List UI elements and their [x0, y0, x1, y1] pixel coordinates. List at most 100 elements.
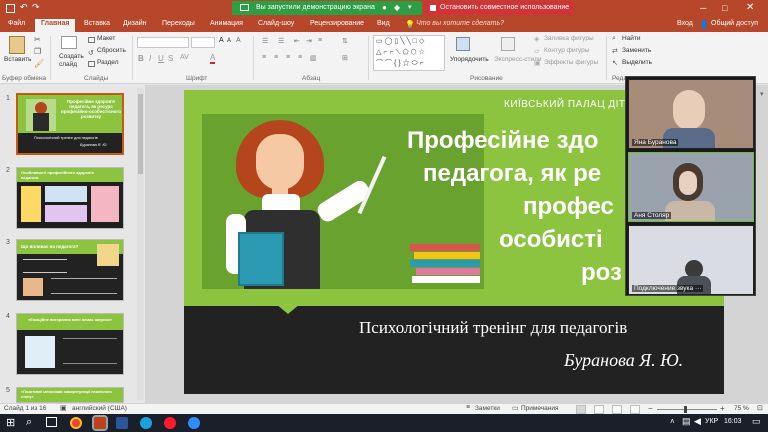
tab-transitions[interactable]: Переходы — [162, 20, 195, 27]
tab-review[interactable]: Рецензирование — [310, 20, 364, 27]
decrease-indent-icon[interactable]: ⇤ — [294, 37, 300, 45]
tab-slideshow[interactable]: Слайд-шоу — [258, 20, 294, 27]
find-button[interactable]: Найти — [622, 35, 641, 42]
shapes-gallery[interactable]: ▭◯▯╲╲□◇ △⌐⌐⟍⬠⬡☆ ⌒⌒{}☆⬭⌐ — [373, 35, 445, 71]
keyboard-language[interactable]: УКР — [705, 418, 718, 425]
smartart-icon[interactable]: ⊞ — [342, 54, 348, 62]
align-center-icon[interactable]: ≡ — [274, 54, 278, 61]
zoom-level[interactable]: 75 % — [734, 405, 749, 412]
new-slide-icon[interactable] — [61, 36, 77, 49]
notifications-icon[interactable]: ▭ — [752, 416, 761, 427]
minimize-icon[interactable]: ─ — [700, 3, 706, 13]
arrange-icon[interactable] — [456, 37, 470, 51]
tab-view[interactable]: Вид — [377, 20, 390, 27]
participant-video-2[interactable]: Аня Столяр — [628, 152, 754, 222]
undo-icon[interactable]: ↶ — [20, 2, 28, 13]
stop-share-button[interactable]: Остановить совместное использование — [424, 1, 574, 15]
zoom-out-icon[interactable]: − — [648, 404, 653, 413]
volume-icon[interactable]: ◀ — [694, 416, 701, 427]
clock[interactable]: 16:03 — [724, 418, 742, 425]
chevron-down-icon[interactable]: ▾ — [408, 3, 412, 11]
quick-styles-icon[interactable] — [501, 37, 515, 51]
browser-icon[interactable] — [140, 417, 152, 429]
tab-home[interactable]: Главная — [35, 19, 76, 32]
bold-icon[interactable]: B — [138, 54, 144, 63]
scroll-thumb[interactable] — [138, 94, 143, 174]
share-button[interactable]: Общий доступ — [711, 20, 758, 27]
align-right-icon[interactable]: ≡ — [286, 54, 290, 61]
strike-icon[interactable]: S — [168, 54, 173, 63]
spacing-icon[interactable]: AV — [180, 54, 189, 61]
zoom-slider[interactable] — [657, 406, 717, 413]
slide-subtitle[interactable]: Психологічний тренінг для педагогів — [359, 318, 627, 338]
comments-button[interactable]: Примечания — [521, 405, 559, 412]
bullets-icon[interactable]: ☰ — [262, 37, 268, 45]
italic-icon[interactable]: I — [149, 54, 151, 63]
normal-view-button[interactable] — [576, 405, 586, 414]
slide-thumbnail-2[interactable]: Особливості професійного здоров'я педаго… — [16, 167, 124, 229]
slide-author[interactable]: Буранова Я. Ю. — [564, 350, 683, 371]
slide-thumbnail-1[interactable]: Професійне здоров'я педагога, як ресурс … — [16, 93, 124, 155]
tell-me-box[interactable]: Что вы хотите сделать? — [416, 20, 504, 27]
shape-fill-button[interactable]: Заливка фигуры — [544, 35, 594, 42]
tab-animation[interactable]: Анимация — [210, 20, 243, 27]
tab-file[interactable]: Файл — [8, 20, 25, 27]
language-indicator[interactable]: английский (США) — [72, 405, 127, 412]
maximize-icon[interactable]: □ — [722, 3, 727, 13]
fit-slide-icon[interactable]: ⊡ — [757, 404, 763, 412]
reset-button[interactable]: Сбросить — [97, 47, 126, 54]
spellcheck-icon[interactable]: ▣ — [60, 404, 67, 412]
shape-outline-button[interactable]: Контур фигуры — [544, 47, 589, 54]
shrink-font-icon[interactable]: A — [227, 38, 231, 44]
increase-indent-icon[interactable]: ⇥ — [306, 37, 312, 45]
thumbnails-scrollbar[interactable] — [137, 88, 144, 400]
microphone-icon[interactable]: ● — [382, 3, 387, 12]
select-button[interactable]: Выделить — [622, 59, 652, 66]
section-button[interactable]: Раздел — [97, 59, 118, 66]
justify-icon[interactable]: ≡ — [298, 54, 302, 61]
tray-up-icon[interactable]: ˄ — [670, 417, 675, 426]
slide-thumbnail-5[interactable]: «Позитивні механізми саморегуляції психі… — [16, 387, 124, 403]
numbering-icon[interactable]: ☰ — [278, 37, 284, 45]
copy-icon[interactable]: ❐ — [34, 47, 41, 56]
reading-view-button[interactable] — [612, 405, 622, 414]
close-icon[interactable]: ✕ — [746, 2, 754, 13]
opera-icon[interactable] — [164, 417, 176, 429]
search-icon[interactable]: ⌕ — [26, 416, 32, 429]
sign-in-link[interactable]: Вход — [677, 20, 693, 27]
font-name-field[interactable] — [137, 37, 189, 48]
zoom-app-icon[interactable] — [188, 417, 200, 429]
shape-effects-button[interactable]: Эффекты фигуры — [544, 59, 598, 66]
save-icon[interactable] — [6, 4, 15, 13]
align-left-icon[interactable]: ≡ — [262, 54, 266, 61]
layout-button[interactable]: Макет — [97, 35, 115, 42]
chevron-down-icon[interactable]: ▾ — [760, 90, 764, 98]
tab-insert[interactable]: Вставка — [84, 20, 110, 27]
zoom-in-icon[interactable]: + — [720, 404, 725, 413]
participant-video-1[interactable]: Яна Буранова — [628, 79, 754, 149]
word-icon[interactable] — [116, 417, 128, 429]
powerpoint-icon[interactable] — [92, 415, 108, 431]
slideshow-view-button[interactable] — [630, 405, 640, 414]
speaker-icon[interactable]: ◆ — [394, 3, 400, 12]
tab-design[interactable]: Дизайн — [123, 20, 147, 27]
slide-thumbnail-4[interactable]: «Емоційне вигорання мені немає загрози» — [16, 313, 124, 375]
participant-video-3[interactable]: Подключение звука ··· — [628, 225, 754, 295]
paste-button[interactable]: Вставить — [4, 56, 32, 63]
paste-icon[interactable] — [9, 36, 25, 54]
text-direction-icon[interactable]: ⇅ — [342, 37, 348, 45]
network-icon[interactable]: ▤ — [682, 416, 691, 427]
sorter-view-button[interactable] — [594, 405, 604, 414]
windows-start-icon[interactable]: ⊞ — [6, 416, 15, 429]
underline-icon[interactable]: U — [158, 54, 164, 63]
grow-font-icon[interactable]: A — [219, 37, 224, 44]
task-view-icon[interactable] — [46, 417, 57, 427]
redo-icon[interactable]: ↷ — [32, 2, 40, 13]
new-slide-button[interactable]: Создать слайд — [59, 53, 87, 69]
font-color-icon[interactable]: A — [210, 53, 216, 64]
chrome-icon[interactable] — [70, 417, 82, 429]
font-size-field[interactable] — [191, 37, 215, 48]
line-spacing-icon[interactable]: ≡ — [318, 37, 322, 44]
clear-format-icon[interactable]: A — [236, 37, 241, 44]
cut-icon[interactable]: ✂ — [34, 35, 41, 44]
